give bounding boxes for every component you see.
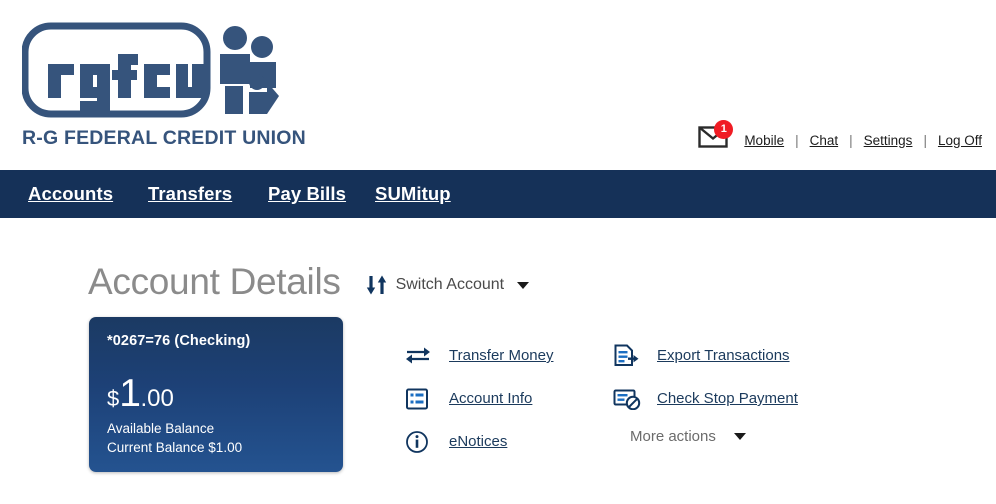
balance-decimal: .00 — [140, 384, 174, 412]
utility-link-log-off[interactable]: Log Off — [938, 133, 982, 148]
check-block-icon — [613, 386, 643, 412]
brand-logo[interactable]: R-G FEDERAL CREDIT UNION — [21, 20, 306, 149]
action-export-transactions[interactable]: Export Transactions — [613, 334, 798, 377]
quick-actions-column-one: Transfer Money Account Info eNotices — [405, 334, 553, 463]
action-account-info[interactable]: Account Info — [405, 377, 553, 420]
utility-link-mobile[interactable]: Mobile — [744, 133, 784, 148]
nav-item-accounts[interactable]: Accounts — [28, 183, 113, 205]
current-balance-label: Current Balance $1.00 — [107, 440, 243, 456]
account-details-page: R-G FEDERAL CREDIT UNION 1 Mobile | Chat… — [0, 0, 996, 504]
page-header: Account Details Switch Account — [88, 261, 530, 303]
main-navigation: Accounts Transfers Pay Bills SUMitup — [0, 170, 996, 218]
switch-arrows-icon — [366, 275, 386, 295]
nav-item-pay-bills[interactable]: Pay Bills — [268, 183, 346, 205]
utility-nav: 1 Mobile | Chat | Settings | Log Off — [698, 120, 982, 156]
action-link-label[interactable]: Transfer Money — [449, 347, 553, 364]
nav-item-transfers[interactable]: Transfers — [148, 183, 232, 205]
info-circle-icon — [405, 429, 435, 455]
chevron-down-icon — [733, 433, 746, 440]
action-link-label[interactable]: Check Stop Payment — [657, 390, 798, 407]
switch-account-button[interactable]: Switch Account — [366, 274, 530, 296]
more-actions-dropdown[interactable]: More actions — [630, 428, 798, 445]
brand-tagline: R-G FEDERAL CREDIT UNION — [22, 127, 306, 149]
chevron-down-icon — [517, 281, 530, 289]
utility-separator: | — [923, 132, 927, 148]
action-enotices[interactable]: eNotices — [405, 420, 553, 463]
utility-separator: | — [849, 132, 853, 148]
utility-link-chat[interactable]: Chat — [810, 133, 839, 148]
currency-symbol: $ — [107, 385, 120, 411]
more-actions-label: More actions — [630, 428, 716, 445]
nav-item-sumitup[interactable]: SUMitup — [375, 183, 451, 205]
available-balance-label: Available Balance — [107, 420, 215, 436]
switch-account-label: Switch Account — [395, 276, 505, 294]
rgfcu-logo-icon — [21, 22, 279, 118]
action-link-label[interactable]: Export Transactions — [657, 347, 790, 364]
balance-integer: 1 — [119, 371, 141, 415]
utility-link-settings[interactable]: Settings — [864, 133, 913, 148]
available-balance-amount: $ 1 .00 — [107, 374, 242, 413]
action-link-label[interactable]: Account Info — [449, 390, 532, 407]
quick-actions-column-two: Export Transactions Check Stop Payment M… — [613, 334, 798, 445]
transfer-arrows-icon — [405, 343, 435, 369]
list-info-icon — [405, 386, 435, 412]
account-name: *0267=76 (Checking) — [107, 333, 251, 349]
document-export-icon — [613, 343, 643, 369]
action-check-stop-payment[interactable]: Check Stop Payment — [613, 377, 798, 420]
account-summary-card[interactable]: *0267=76 (Checking) $ 1 .00 Available Ba… — [89, 317, 343, 472]
action-transfer-money[interactable]: Transfer Money — [405, 334, 553, 377]
utility-separator: | — [795, 132, 799, 148]
balance-block: $ 1 .00 Available Balance Current Balanc… — [107, 374, 242, 458]
action-link-label[interactable]: eNotices — [449, 433, 507, 450]
page-title: Account Details — [88, 261, 341, 302]
messages-button[interactable]: 1 — [698, 120, 734, 156]
